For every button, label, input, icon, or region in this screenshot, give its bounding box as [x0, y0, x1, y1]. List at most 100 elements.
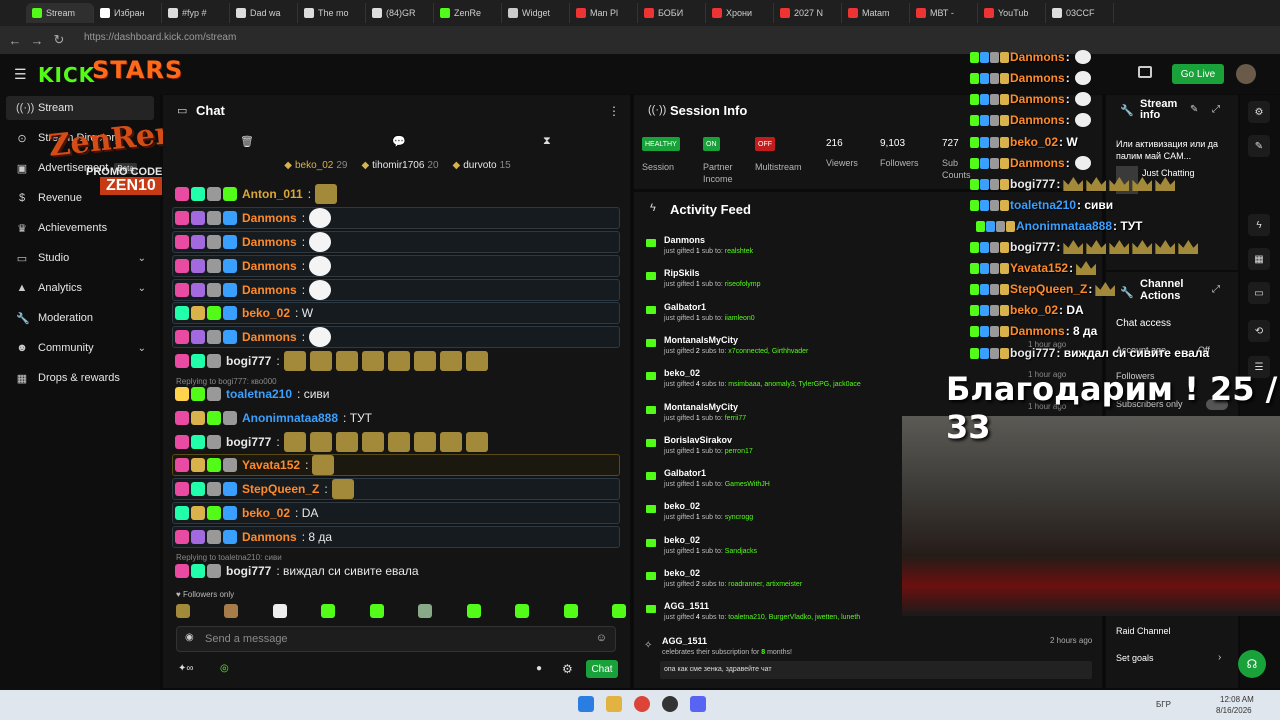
chat-username[interactable]: Danmons [242, 283, 297, 297]
chat-username[interactable]: Danmons [242, 259, 297, 273]
emote-shortcut-icon[interactable] [515, 604, 530, 618]
activity-user[interactable]: Danmons [664, 235, 705, 245]
sidebar-item-analytics[interactable]: ▲ Analytics ⌄ [6, 276, 154, 300]
sidebar-item-moderation[interactable]: 🔧 Moderation [6, 306, 154, 330]
emote-shortcut-icon[interactable] [466, 604, 481, 618]
activity-user[interactable]: AGG_1511 [664, 601, 709, 611]
edit-icon[interactable]: ✎ [1190, 104, 1198, 115]
rail-button-icon[interactable]: ⚙ [1248, 101, 1270, 123]
chat-username[interactable]: Anton_011 [242, 187, 303, 201]
browser-tab[interactable]: Stream [26, 3, 94, 23]
back-icon[interactable]: ← [8, 33, 22, 48]
chevron-down-icon[interactable]: ⌄ [138, 343, 146, 354]
browser-tab[interactable]: YouTub [978, 3, 1046, 23]
kick-badge-icon[interactable]: ◎ [220, 663, 229, 674]
chat-username[interactable]: Danmons [242, 235, 297, 249]
discord-icon[interactable] [690, 696, 706, 712]
browser-tab[interactable]: 2027 N [774, 3, 842, 23]
activity-user[interactable]: MontanalsMyCity [664, 335, 738, 345]
activity-user[interactable]: Galbator1 [664, 302, 706, 312]
sidebar-item-community[interactable]: ☻ Community ⌄ [6, 336, 154, 360]
chat-bubble-icon[interactable]: ● [536, 663, 542, 674]
emote-shortcut-icon[interactable] [321, 604, 336, 618]
emote-shortcut-icon[interactable] [418, 604, 433, 618]
emote-shortcut-icon[interactable] [176, 604, 190, 618]
clock-time[interactable]: 12:08 AM [1220, 695, 1254, 704]
emote-shortcut-icon[interactable] [563, 604, 578, 618]
activity-user[interactable]: beko_02 [664, 568, 700, 578]
chevron-down-icon[interactable]: ⌄ [138, 283, 146, 294]
chat-username[interactable]: Yavata152 [242, 458, 300, 472]
activity-user[interactable]: RipSkils [664, 268, 700, 278]
browser-tab[interactable]: Widget [502, 3, 570, 23]
browser-tab[interactable]: 03CCF [1046, 3, 1114, 23]
chat-username[interactable]: StepQueen_Z [242, 482, 319, 496]
rail-button-icon[interactable]: ▭ [1248, 282, 1270, 304]
popout-icon[interactable]: ⤢ [1212, 284, 1220, 295]
sidebar-item-studio[interactable]: ▭ Studio ⌄ [6, 246, 154, 270]
browser-tab[interactable]: Matam [842, 3, 910, 23]
message-icon[interactable]: 💬 [392, 135, 406, 148]
rail-button-icon[interactable]: ⟲ [1248, 320, 1270, 342]
hourglass-icon[interactable]: ⧗ [543, 135, 551, 148]
menu-icon[interactable]: ☰ [14, 66, 27, 83]
chevron-right-icon[interactable]: › [1218, 652, 1221, 663]
browser-tab[interactable]: Избран [94, 3, 162, 23]
chat-username[interactable]: beko_02 [242, 306, 290, 320]
rail-button-icon[interactable]: ▦ [1248, 248, 1270, 270]
browser-tab[interactable]: #fyp # [162, 3, 230, 23]
broadcast-icon[interactable] [1138, 66, 1152, 78]
reload-icon[interactable]: ↻ [52, 32, 66, 48]
popout-icon[interactable]: ⤢ [1212, 104, 1220, 115]
chevron-down-icon[interactable]: ⌄ [138, 253, 146, 264]
gear-icon[interactable]: ⚙ [562, 662, 573, 676]
set-goals-action[interactable]: Set goals [1116, 653, 1154, 663]
send-chat-button[interactable]: Chat [586, 660, 618, 678]
activity-user[interactable]: beko_02 [664, 501, 700, 511]
chat-username[interactable]: bogi777 [226, 354, 271, 368]
smile-icon[interactable]: ☺ [596, 632, 607, 644]
forward-icon[interactable]: → [30, 33, 44, 48]
chat-username[interactable]: bogi777 [226, 564, 271, 578]
avatar[interactable] [1236, 64, 1256, 84]
chat-username[interactable]: beko_02 [242, 506, 290, 520]
infinity-icon[interactable]: ✦∞ [178, 663, 194, 674]
more-options-icon[interactable]: ⋮ [608, 104, 620, 118]
support-icon[interactable]: ☊ [1238, 650, 1266, 678]
activity-user[interactable]: Galbator1 [664, 468, 706, 478]
chat-username[interactable]: Anonimnataa888 [242, 411, 338, 425]
language-indicator[interactable]: БГР [1156, 700, 1171, 709]
url-field[interactable]: https://dashboard.kick.com/stream [80, 32, 1120, 48]
browser-tab[interactable]: Man Pl [570, 3, 638, 23]
sidebar-item-drops-rewards[interactable]: ▦ Drops & rewards [6, 366, 154, 390]
chat-message-input[interactable]: ◉ Send a message ☺ [176, 626, 616, 652]
rail-button-icon[interactable]: ϟ [1248, 214, 1270, 236]
browser-tab[interactable]: The mo [298, 3, 366, 23]
emote-picker-icon[interactable]: ◉ [185, 632, 194, 643]
kick-logo[interactable]: KICK [38, 63, 95, 87]
obs-icon[interactable] [662, 696, 678, 712]
browser-tab[interactable]: МВТ - [910, 3, 978, 23]
emote-shortcut-icon[interactable] [369, 604, 384, 618]
emote-shortcut-icon[interactable] [611, 604, 626, 618]
trash-icon[interactable]: 🗑 [240, 135, 254, 148]
browser-tab[interactable]: ZenRe [434, 3, 502, 23]
chat-username[interactable]: Danmons [242, 530, 297, 544]
activity-user[interactable]: beko_02 [664, 535, 700, 545]
clock-date[interactable]: 8/16/2026 [1216, 706, 1252, 715]
chat-username[interactable]: bogi777 [226, 435, 271, 449]
sidebar-item-stream[interactable]: ((·)) Stream [6, 96, 154, 120]
activity-user[interactable]: BorislavSirakov [664, 435, 732, 445]
browser-tab[interactable]: (84)GR [366, 3, 434, 23]
chat-username[interactable]: toaletna210 [226, 387, 292, 401]
emote-shortcut-icon[interactable] [272, 604, 287, 618]
activity-user[interactable]: MontanalsMyCity [664, 402, 738, 412]
emote-shortcut-icon[interactable] [224, 604, 239, 618]
go-live-button[interactable]: Go Live [1172, 64, 1224, 84]
rail-button-icon[interactable]: ✎ [1248, 135, 1270, 157]
activity-user[interactable]: beko_02 [664, 368, 700, 378]
chrome-icon[interactable] [634, 696, 650, 712]
sidebar-item-achievements[interactable]: ♛ Achievements [6, 216, 154, 240]
chat-username[interactable]: Danmons [242, 330, 297, 344]
file-explorer-icon[interactable] [606, 696, 622, 712]
